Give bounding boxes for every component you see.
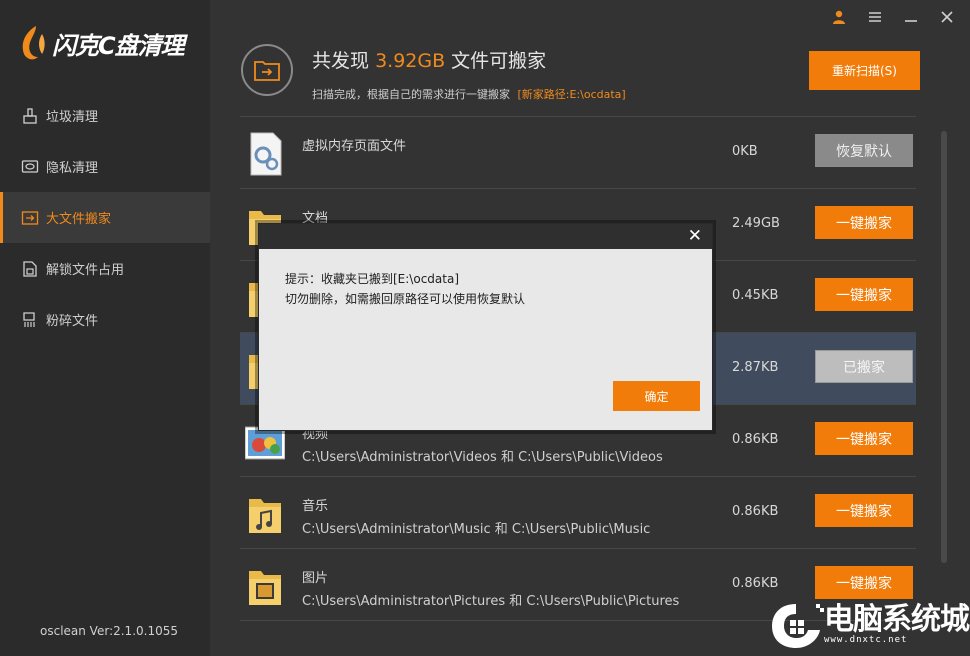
notice-dialog: ✕ 提示：收藏夹已搬到[E:\ocdata] 切勿删除，如需搬回原路径可以使用恢… <box>258 223 713 431</box>
version-label: osclean Ver:2.1.0.1055 <box>40 624 178 638</box>
item-size: 2.87KB <box>732 360 779 375</box>
pagefile-icon <box>250 132 282 176</box>
dialog-close-icon[interactable]: ✕ <box>688 226 702 246</box>
app-logo: 闪克C盘清理 <box>18 24 185 62</box>
sidebar-item-label: 隐私清理 <box>46 161 99 176</box>
user-icon[interactable] <box>828 6 850 28</box>
scan-subtext: 扫描完成，根据自己的需求进行一键搬家 [新家路径:E:\ocdata] <box>312 86 626 102</box>
sidebar-item-shred-file[interactable]: 粉碎文件 <box>0 294 210 345</box>
close-icon[interactable] <box>936 6 958 28</box>
item-size: 2.49GB <box>732 216 780 231</box>
item-size: 0.86KB <box>732 432 779 447</box>
sidebar-item-privacy-clean[interactable]: 隐私清理 <box>0 141 210 192</box>
sidebar-item-label: 大文件搬家 <box>46 212 112 227</box>
flame-logo-icon <box>22 26 45 60</box>
move-button[interactable]: 一键搬家 <box>815 278 913 311</box>
move-button[interactable]: 一键搬家 <box>815 494 913 527</box>
list-item: 音乐 C:\Users\Administrator\Music 和 C:\Use… <box>240 477 916 549</box>
watermark-logo-icon <box>772 604 824 648</box>
minimize-icon[interactable] <box>900 6 922 28</box>
scan-status-text: 扫描完成，根据自己的需求进行一键搬家 <box>312 88 510 101</box>
sidebar-item-label: 粉碎文件 <box>46 314 99 329</box>
privacy-icon <box>20 157 40 177</box>
sidebar-item-junk-clean[interactable]: 垃圾清理 <box>0 90 210 141</box>
broom-icon <box>20 106 40 126</box>
sidebar: 闪克C盘清理 垃圾清理 隐私清理 大文件搬家 解锁文件占用 粉碎文件 oscle… <box>0 0 210 656</box>
summary-size: 3.92GB <box>375 50 446 72</box>
sidebar-nav: 垃圾清理 隐私清理 大文件搬家 解锁文件占用 粉碎文件 <box>0 90 210 345</box>
unlock-file-icon <box>20 259 40 279</box>
sidebar-item-label: 垃圾清理 <box>46 110 99 125</box>
item-path: C:\Users\Administrator\Music 和 C:\Users\… <box>302 522 651 537</box>
dialog-ok-button[interactable]: 确定 <box>613 381 700 411</box>
music-folder-icon <box>249 499 281 533</box>
sidebar-item-label: 解锁文件占用 <box>46 263 125 278</box>
picture-folder-icon <box>249 571 281 605</box>
summary-suffix: 文件可搬家 <box>451 50 547 72</box>
item-name: 音乐 <box>302 499 329 514</box>
move-file-icon <box>20 208 40 228</box>
shred-icon <box>20 310 40 330</box>
item-path: C:\Users\Administrator\Videos 和 C:\Users… <box>302 450 663 465</box>
dialog-title-bar: ✕ <box>259 224 712 249</box>
window-controls <box>828 6 958 28</box>
item-size: 0.45KB <box>732 288 779 303</box>
item-size: 0KB <box>732 144 758 159</box>
list-item: 虚拟内存页面文件 0KB 恢复默认 <box>240 116 916 189</box>
move-button[interactable]: 一键搬家 <box>815 566 913 599</box>
dialog-line-2: 切勿删除，如需搬回原路径可以使用恢复默认 <box>285 292 526 306</box>
new-path-label: [新家路径:E:\ocdata] <box>517 88 626 101</box>
item-size: 0.86KB <box>732 504 779 519</box>
logo-text: 闪克C盘清理 <box>52 31 185 60</box>
watermark-text: 电脑系统城 <box>824 602 970 637</box>
move-button[interactable]: 一键搬家 <box>815 422 913 455</box>
dialog-message: 提示：收藏夹已搬到[E:\ocdata] 切勿删除，如需搬回原路径可以使用恢复默… <box>285 269 525 309</box>
list-scrollbar[interactable] <box>941 131 947 563</box>
item-path: C:\Users\Administrator\Pictures 和 C:\Use… <box>302 594 680 609</box>
watermark: 电脑系统城 www.dnxtc.net <box>768 600 970 650</box>
item-name: 图片 <box>302 571 329 586</box>
scan-summary: 共发现 3.92GB 文件可搬家 <box>312 46 546 73</box>
rescan-button[interactable]: 重新扫描(S) <box>809 51 920 90</box>
sidebar-item-unlock-file[interactable]: 解锁文件占用 <box>0 243 210 294</box>
menu-icon[interactable] <box>864 6 886 28</box>
dialog-line-1: 提示：收藏夹已搬到[E:\ocdata] <box>285 272 460 286</box>
moved-button[interactable]: 已搬家 <box>815 350 913 383</box>
item-size: 0.86KB <box>732 576 779 591</box>
sidebar-item-large-file-move[interactable]: 大文件搬家 <box>0 192 210 243</box>
item-name: 虚拟内存页面文件 <box>302 139 407 154</box>
move-folder-header-icon <box>241 44 293 96</box>
summary-prefix: 共发现 <box>312 50 370 72</box>
move-button[interactable]: 一键搬家 <box>815 206 913 239</box>
restore-default-button[interactable]: 恢复默认 <box>815 134 913 167</box>
